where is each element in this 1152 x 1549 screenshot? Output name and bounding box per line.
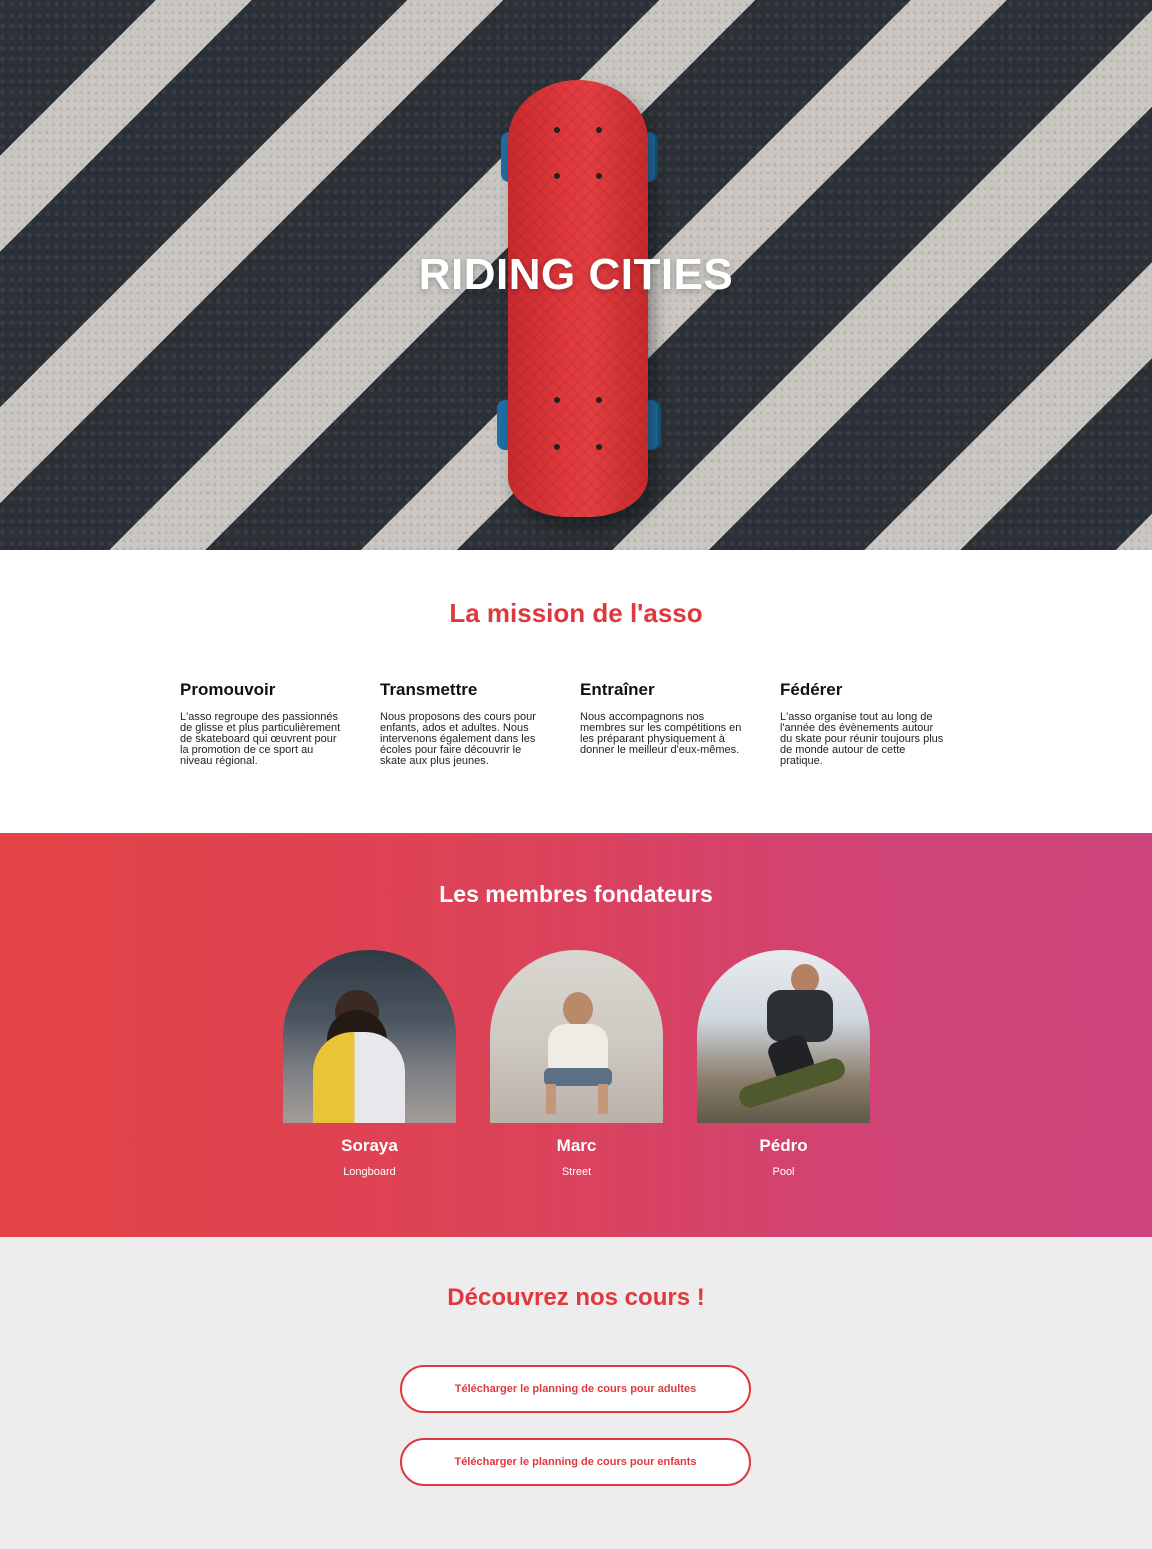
hero-section: RIDING CITIES	[0, 0, 1152, 550]
mission-item-text: L'asso regroupe des passionnés de glisse…	[180, 711, 341, 767]
mission-item-heading: Entraîner	[580, 680, 655, 699]
member-name: Marc	[556, 1136, 597, 1155]
mission-item-entrainer: Entraîner Nous accompagnons nos membres …	[580, 680, 780, 767]
member-discipline: Pool	[772, 1166, 795, 1178]
download-children-schedule-button[interactable]: Télécharger le planning de cours pour en…	[400, 1438, 751, 1486]
courses-title: Découvrez nos cours !	[447, 1284, 705, 1311]
mission-item-promouvoir: Promouvoir L'asso regroupe des passionné…	[180, 680, 380, 767]
member-discipline: Street	[561, 1166, 592, 1178]
member-photo	[283, 950, 456, 1123]
mission-item-text: L'asso organise tout au long de l'année …	[780, 711, 944, 767]
mission-item-text: Nous proposons des cours pour enfants, a…	[380, 711, 536, 767]
member-name: Pédro	[759, 1136, 808, 1155]
member-photo	[490, 950, 663, 1123]
mission-item-heading: Transmettre	[380, 680, 478, 699]
members-section: Les membres fondateurs Soraya Longboard …	[0, 833, 1152, 1237]
download-adults-schedule-button[interactable]: Télécharger le planning de cours pour ad…	[400, 1365, 751, 1413]
skateboard-image	[497, 80, 661, 520]
mission-section: La mission de l'asso Promouvoir L'asso r…	[0, 550, 1152, 833]
members-list: Soraya Longboard Marc Street Pédro Pool	[283, 950, 870, 1178]
member-card-pedro: Pédro Pool	[697, 950, 870, 1178]
mission-item-heading: Promouvoir	[180, 680, 276, 699]
member-photo	[697, 950, 870, 1123]
mission-columns: Promouvoir L'asso regroupe des passionné…	[180, 680, 980, 767]
courses-section: Découvrez nos cours ! Télécharger le pla…	[0, 1237, 1152, 1549]
mission-item-transmettre: Transmettre Nous proposons des cours pou…	[380, 680, 580, 767]
member-discipline: Longboard	[343, 1166, 396, 1178]
members-title: Les membres fondateurs	[439, 881, 713, 907]
member-name: Soraya	[341, 1136, 398, 1155]
mission-item-heading: Fédérer	[780, 680, 843, 699]
mission-item-text: Nous accompagnons nos membres sur les co…	[580, 711, 742, 756]
member-card-marc: Marc Street	[490, 950, 663, 1178]
hero-title: RIDING CITIES	[418, 250, 734, 299]
mission-title: La mission de l'asso	[449, 598, 703, 628]
mission-item-federer: Fédérer L'asso organise tout au long de …	[780, 680, 980, 767]
member-card-soraya: Soraya Longboard	[283, 950, 456, 1178]
